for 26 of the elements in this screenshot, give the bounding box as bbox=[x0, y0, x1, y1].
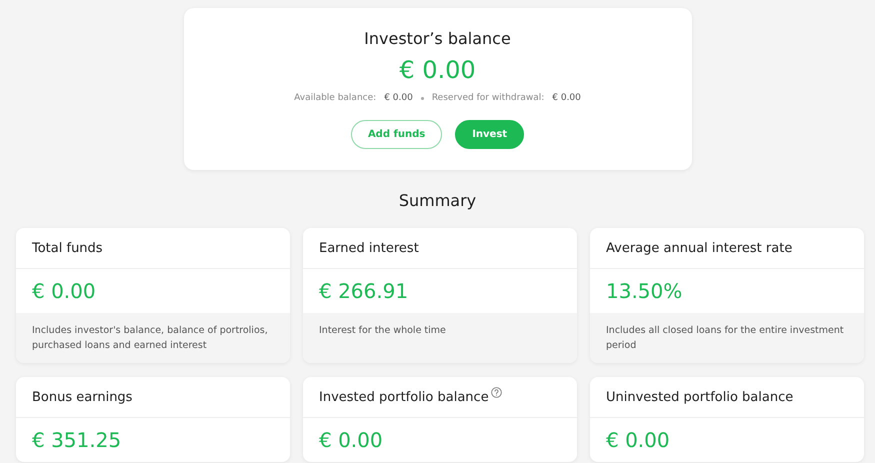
help-icon[interactable] bbox=[490, 387, 502, 398]
card-value: € 351.25 bbox=[32, 428, 122, 452]
card-title: Earned interest bbox=[319, 240, 419, 256]
card-description: Includes investor's balance, balance of portrolios, purchased loans and earned interest bbox=[32, 325, 268, 351]
balance-amount: € 0.00 bbox=[399, 55, 476, 85]
card-value: € 0.00 bbox=[319, 428, 383, 452]
card-title: Total funds bbox=[32, 240, 103, 256]
balance-detail-value: € 0.00 bbox=[384, 93, 413, 103]
card-description: Includes all closed loans for the entire investment period bbox=[606, 325, 844, 351]
card-value: € 0.00 bbox=[32, 279, 96, 303]
card-title: Bonus earnings bbox=[32, 390, 132, 404]
balance-detail-value: € 0.00 bbox=[552, 93, 581, 103]
card-description: Interest for the whole time bbox=[319, 325, 446, 336]
card-title: Invested portfolio balance bbox=[319, 390, 489, 404]
card-value: € 266.91 bbox=[319, 279, 408, 303]
balance-title: Investor’s balance bbox=[364, 29, 511, 49]
add-funds-button[interactable]: Add funds bbox=[350, 120, 442, 149]
card-title: Uninvested portfolio balance bbox=[606, 390, 794, 404]
card-title: Average annual interest rate bbox=[606, 240, 792, 256]
balance-detail-label: Available balance: bbox=[294, 93, 376, 103]
separator-dot bbox=[420, 96, 424, 100]
card-value: € 0.00 bbox=[606, 428, 670, 452]
section-title: Summary bbox=[398, 191, 478, 211]
balance-detail-label: Reserved for withdrawal: bbox=[432, 93, 544, 103]
invest-button[interactable]: Invest bbox=[455, 120, 524, 149]
card-value: 13.50% bbox=[606, 279, 682, 303]
